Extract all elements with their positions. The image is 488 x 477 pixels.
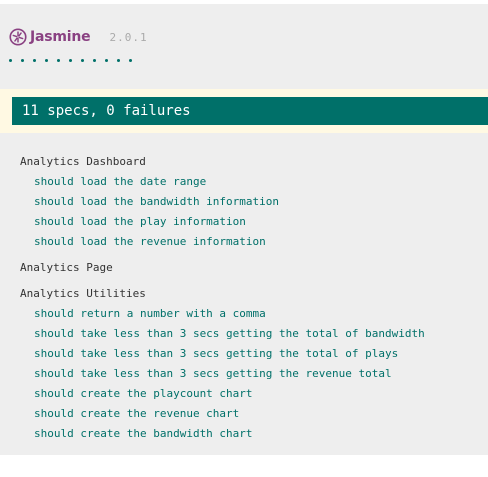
spec-result[interactable]: should take less than 3 secs getting the…	[20, 364, 488, 384]
suite-name[interactable]: Analytics Dashboard	[20, 152, 488, 172]
spec-result[interactable]: should load the revenue information	[20, 232, 488, 252]
summary-text: 11 specs, 0 failures	[22, 103, 191, 119]
spec-result[interactable]: should load the bandwidth information	[20, 192, 488, 212]
spec-result[interactable]: should take less than 3 secs getting the…	[20, 344, 488, 364]
spec-result[interactable]: should return a number with a comma	[20, 304, 488, 324]
spec-result[interactable]: should create the revenue chart	[20, 404, 488, 424]
spec-result[interactable]: should create the playcount chart	[20, 384, 488, 404]
passed-spec-dot	[33, 59, 36, 62]
suite-name[interactable]: Analytics Page	[20, 258, 488, 278]
banner: Jasmine 2.0.1	[9, 28, 148, 46]
summary-bar: 11 specs, 0 failures	[12, 97, 488, 125]
suite-name[interactable]: Analytics Utilities	[20, 284, 488, 304]
passed-spec-dot	[21, 59, 24, 62]
jasmine-logo[interactable]: Jasmine	[9, 28, 91, 46]
passed-spec-dot	[105, 59, 108, 62]
spec-progress-dots	[9, 59, 132, 62]
passed-spec-dot	[93, 59, 96, 62]
spec-result[interactable]: should create the bandwidth chart	[20, 424, 488, 444]
spec-result[interactable]: should load the play information	[20, 212, 488, 232]
jasmine-reporter: Jasmine 2.0.1 11 specs, 0 failures Analy…	[0, 4, 488, 455]
spec-result[interactable]: should take less than 3 secs getting the…	[20, 324, 488, 344]
jasmine-flower-icon	[9, 28, 27, 46]
logo-text: Jasmine	[30, 29, 91, 45]
passed-spec-dot	[117, 59, 120, 62]
results-list: Analytics Dashboard should load the date …	[20, 152, 488, 444]
passed-spec-dot	[9, 59, 12, 62]
passed-spec-dot	[81, 59, 84, 62]
passed-spec-dot	[129, 59, 132, 62]
version-label: 2.0.1	[109, 30, 148, 44]
passed-spec-dot	[57, 59, 60, 62]
passed-spec-dot	[45, 59, 48, 62]
alert: 11 specs, 0 failures	[0, 89, 488, 133]
passed-spec-dot	[69, 59, 72, 62]
spec-result[interactable]: should load the date range	[20, 172, 488, 192]
